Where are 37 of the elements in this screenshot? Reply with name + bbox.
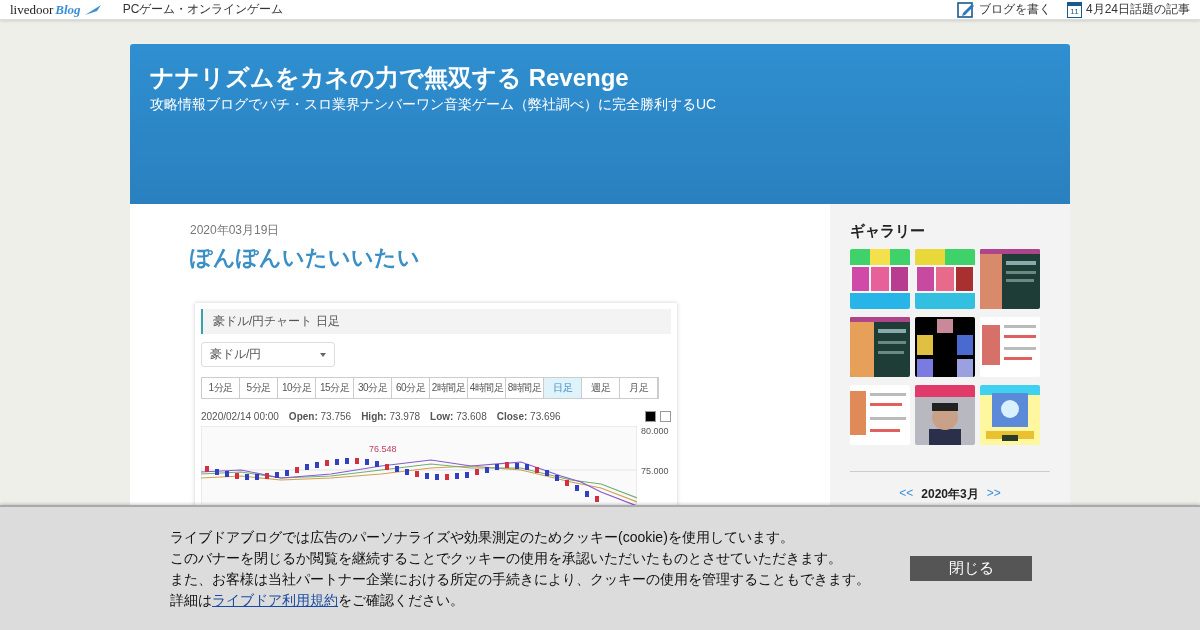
cookie-notice-text: また、お客様は当社パートナー企業における所定の手続きにより、クッキーの使用を管理することもできます。 [170, 569, 870, 589]
blog-description: 攻略情報ブログでパチ・スロ業界ナンバーワン音楽ゲーム（弊社調べ）に完全勝利するUC [150, 96, 717, 114]
write-blog-link[interactable]: ブログを書く [956, 0, 1051, 19]
category-link[interactable]: PCゲーム・オンラインゲーム [122, 1, 284, 18]
interval-tab[interactable]: 4時間足 [468, 378, 506, 398]
interval-tab[interactable]: 10分足 [278, 378, 316, 398]
cookie-notice-text: ライブドアブログでは広告のパーソナライズや効果測定のためクッキー(cookie)を使用しています。 [170, 527, 794, 547]
interval-tab[interactable]: 15分足 [316, 378, 354, 398]
price-axis-label: 75.000 [641, 466, 669, 476]
currency-select[interactable]: 豪ドル/円 [201, 342, 335, 367]
interval-tab[interactable]: 1分足 [202, 378, 240, 398]
chart-heading: 豪ドル/円チャート 日足 [201, 309, 671, 334]
interval-tab[interactable]: 2時間足 [430, 378, 468, 398]
post-date: 2020年03月19日 [190, 222, 281, 239]
interval-tab[interactable]: 週足 [582, 378, 620, 398]
price-field: Open: 73.756 [288, 411, 352, 422]
interval-tab[interactable]: 月足 [620, 378, 658, 398]
interval-tab[interactable]: 60分足 [392, 378, 430, 398]
candle-time: 2020/02/14 00:00 [201, 411, 279, 422]
price-field: Close: 73.696 [496, 411, 561, 422]
price-axis-label: 80.000 [641, 426, 669, 436]
interval-tab[interactable]: 5分足 [240, 378, 278, 398]
blog-title[interactable]: ナナリズムをカネの力で無双する Revenge [150, 64, 629, 92]
cookie-notice-text: このバナーを閉じるか閲覧を継続することでクッキーの使用を承認いただいたものとさせていただきます。 [170, 548, 842, 568]
close-button[interactable]: 閉じる [910, 556, 1032, 581]
price-field: High: 73.978 [361, 411, 421, 422]
terms-link[interactable]: ライブドア利用規約 [212, 591, 338, 608]
price-field: Low: 73.608 [430, 411, 487, 422]
livedoor-blog-logo[interactable]: livedoorBlog [10, 1, 103, 18]
post-title[interactable]: ぽんぽんいたいいたい [190, 243, 420, 273]
topic-articles-link[interactable]: 11 4月24日話題の記事 [1066, 1, 1190, 18]
interval-tab[interactable]: 30分足 [354, 378, 392, 398]
calendar-month: 2020年3月 [921, 486, 979, 503]
peak-price-label: 76.548 [369, 444, 397, 454]
calendar-icon[interactable]: 11 [1066, 1, 1082, 18]
gallery-heading: ギャラリー [850, 222, 925, 241]
cookie-notice-text: 詳細はライブドア利用規約をご確認ください。 [170, 590, 464, 610]
